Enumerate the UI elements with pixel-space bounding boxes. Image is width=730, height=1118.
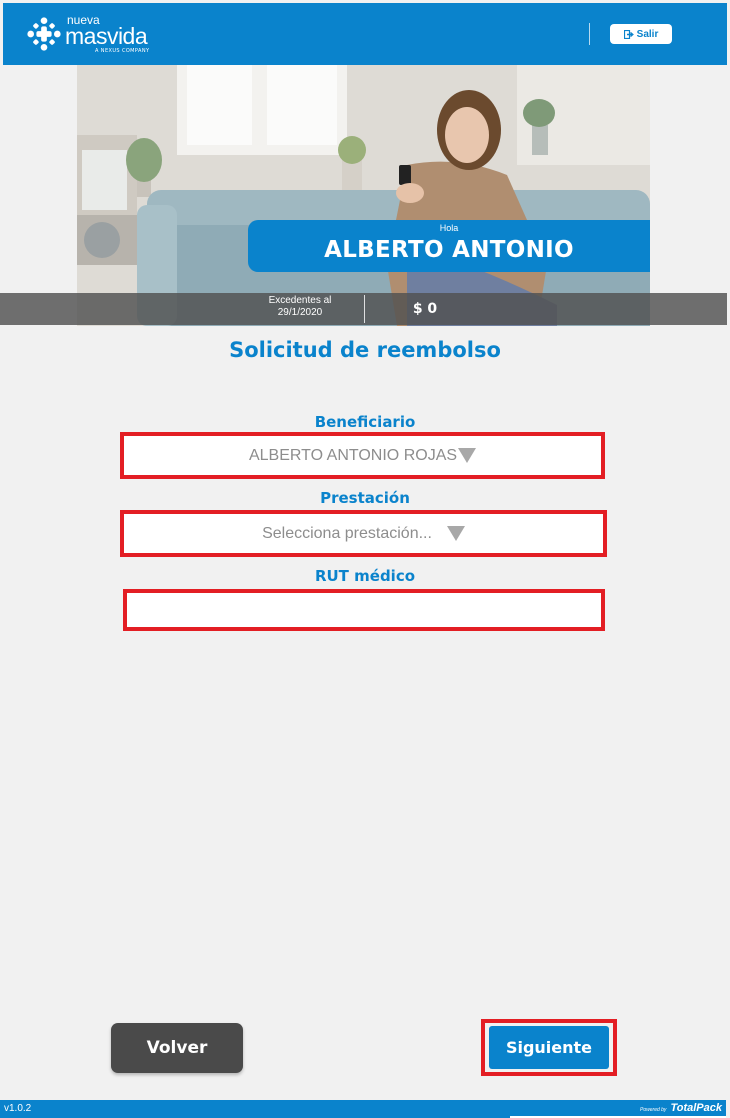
logout-label: Salir [636, 28, 659, 40]
doctor-rut-input[interactable] [127, 593, 601, 627]
greeting-banner: Hola ALBERTO ANTONIO [248, 220, 650, 272]
totalpack-logo: TotalPack [670, 1102, 722, 1114]
back-button[interactable]: Volver [111, 1023, 243, 1073]
powered-by-text: Powered by [640, 1107, 667, 1113]
logout-icon [623, 29, 634, 39]
doctor-rut-field[interactable] [123, 589, 605, 631]
beneficiary-select-value[interactable]: ALBERTO ANTONIO ROJAS [124, 436, 601, 475]
next-button-highlight: Siguiente [481, 1019, 617, 1076]
balance-bar: Excedentes al 29/1/2020 $ 0 [0, 293, 730, 325]
logo-tagline: A NEXUS COMPANY [95, 48, 150, 54]
page-title: Solicitud de reembolso [229, 338, 501, 362]
doctor-rut-label: RUT médico [314, 567, 416, 585]
logout-button[interactable]: Salir [610, 24, 672, 44]
greeting-text: Hola [439, 223, 459, 233]
service-selected-text: Selecciona prestación... [262, 524, 432, 542]
header-divider [589, 23, 590, 45]
hero-banner: Hola ALBERTO ANTONIO [77, 65, 650, 326]
balance-date: 29/1/2020 [277, 307, 323, 318]
service-select[interactable]: Selecciona prestación... [120, 510, 607, 557]
page: nueva masvida A NEXUS COMPANY Salir Hola… [0, 0, 730, 1118]
balance-amount: $ 0 [412, 301, 438, 317]
logo-wordmark: nueva masvida A NEXUS COMPANY [65, 14, 149, 54]
balance-label: Excedentes al 29/1/2020 [255, 295, 345, 319]
balance-label-line1: Excedentes al [268, 295, 332, 306]
next-button[interactable]: Siguiente [489, 1026, 609, 1069]
nuevamasvida-logo: nueva masvida A NEXUS COMPANY [25, 13, 149, 55]
user-name: ALBERTO ANTONIO [324, 237, 574, 263]
dropdown-arrow-icon [446, 526, 465, 541]
beneficiary-selected-text: ALBERTO ANTONIO ROJAS [248, 446, 458, 464]
version-label: v1.0.2 [4, 1103, 32, 1114]
service-select-value[interactable]: Selecciona prestación... [124, 514, 603, 553]
dropdown-arrow-icon [458, 448, 477, 463]
beneficiary-select[interactable]: ALBERTO ANTONIO ROJAS [120, 432, 605, 479]
powered-by: Powered by TotalPack [640, 1102, 722, 1114]
cross-logo-icon [27, 17, 61, 51]
logo-main-word: masvida [65, 23, 148, 49]
hero-photo [77, 65, 650, 326]
top-header: nueva masvida A NEXUS COMPANY Salir [3, 3, 727, 65]
service-label: Prestación [320, 489, 410, 507]
balance-divider [364, 295, 365, 323]
beneficiary-label: Beneficiario [314, 413, 416, 431]
